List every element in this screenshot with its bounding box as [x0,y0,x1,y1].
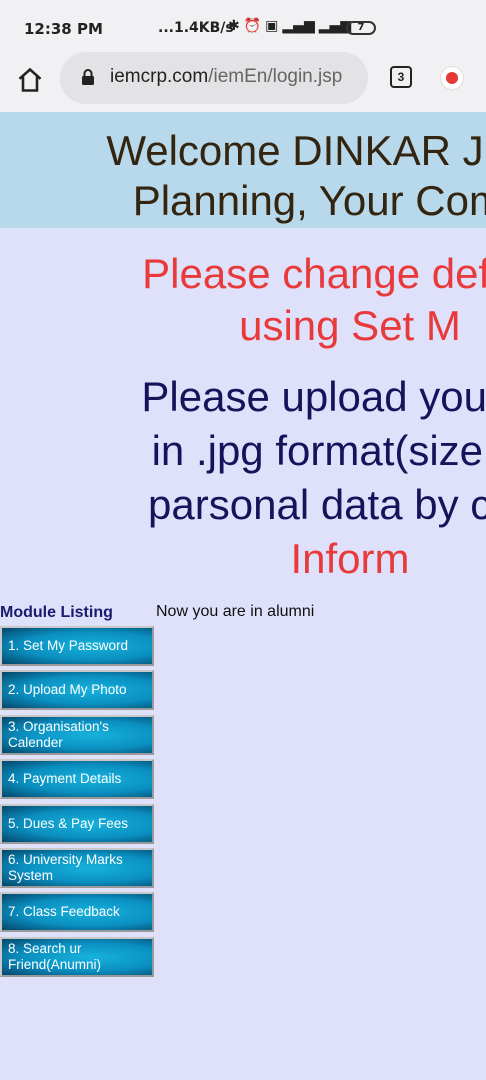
photo-notice-line-2: in .jpg format(size les [151,427,486,474]
volte-icon: ▣ [265,18,279,34]
bluetooth-icon: ✱ [228,18,240,34]
status-time: 12:38 PM [24,20,103,38]
module-payment-details-button[interactable]: 4. Payment Details [0,759,154,800]
tabs-count-button[interactable]: 3 [390,66,412,88]
module-upload-photo-button[interactable]: 2. Upload My Photo [0,670,154,711]
module-listing-title: Module Listing [0,604,113,621]
alarm-icon: ⏰ [243,18,262,34]
information-link[interactable]: Inform [40,532,486,586]
photo-notice-line-3: parsonal data by click [148,481,486,528]
welcome-line-1: Welcome DINKAR JHA, [106,127,486,174]
battery-icon: 7 [346,21,376,35]
module-list: 1. Set My Password 2. Upload My Photo 3.… [0,626,154,981]
url-path: /iemEn/login.jsp [208,66,343,87]
signal-4g-icon: ▂▄▆ [282,18,315,34]
welcome-line-2: Planning, Your Comp [132,177,486,224]
module-class-feedback-button[interactable]: 7. Class Feedback [0,892,154,933]
status-icons: ✱ ⏰ ▣ ▂▄▆ ▂▄▆ [228,18,351,34]
url-text[interactable]: iemcrp.com/iemEn/login.jsp [110,66,360,88]
home-icon[interactable] [16,66,44,94]
password-notice-text: Please change default using Set M [40,248,486,352]
lock-icon [82,69,94,85]
url-domain: iemcrp.com [110,66,209,87]
current-section-message: Now you are in alumni [156,603,315,620]
password-notice: Please change default using Set M [0,248,486,352]
module-university-marks-button[interactable]: 6. University Marks System [0,847,154,888]
photo-notice-text: Please upload your off in .jpg format(si… [40,370,486,586]
photo-notice-line-1: Please upload your off [141,373,486,420]
module-set-password-button[interactable]: 1. Set My Password [0,626,154,666]
update-icon[interactable] [440,66,464,90]
status-bar: 12:38 PM ...1.4KB/s ✱ ⏰ ▣ ▂▄▆ ▂▄▆ 7 [0,0,486,56]
network-speed: ...1.4KB/s [158,20,234,36]
photo-notice: Please upload your off in .jpg format(si… [0,370,486,586]
module-calendar-button[interactable]: 3. Organisation's Calender [0,714,154,755]
battery-level: 7 [357,22,365,33]
welcome-banner: Welcome DINKAR JHA, Planning, Your Comp [0,112,486,228]
module-pay-fees-button[interactable]: 5. Dues & Pay Fees [0,803,154,844]
password-notice-line-1: Please change default [142,250,486,297]
welcome-text: Welcome DINKAR JHA, Planning, Your Comp [20,126,486,226]
module-search-friend-button[interactable]: 8. Search ur Friend(Anumni) [0,936,154,977]
password-notice-line-2: using Set M [239,302,461,349]
